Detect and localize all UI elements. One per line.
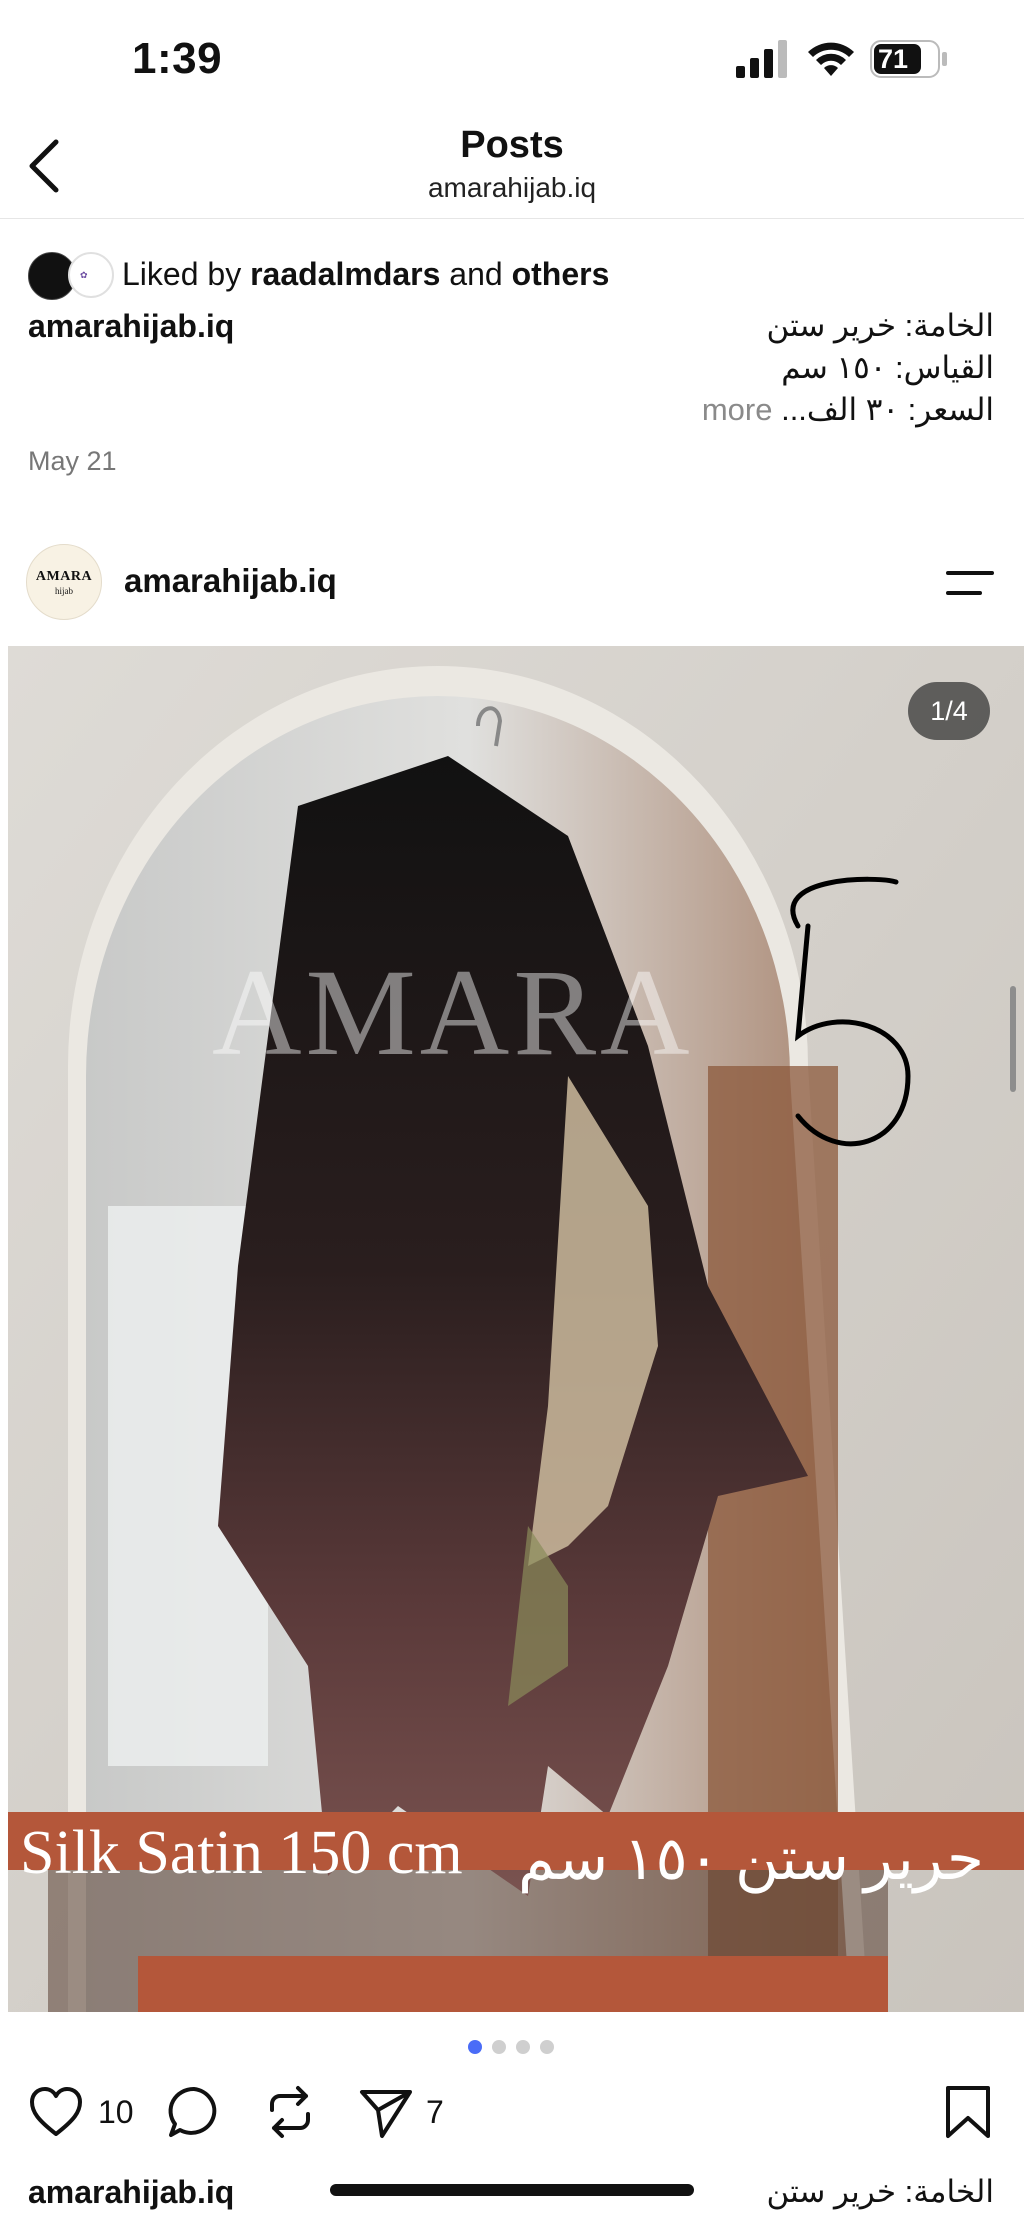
image-watermark: AMARA	[212, 944, 694, 1081]
caption-line: السعر: ٣٠ الف...	[781, 392, 994, 427]
post-username[interactable]: amarahijab.iq	[124, 562, 337, 600]
caption-username[interactable]: amarahijab.iq	[28, 2174, 234, 2211]
send-icon[interactable]	[358, 2084, 414, 2140]
carousel-indicator	[468, 2040, 558, 2054]
liked-prefix: Liked by	[122, 256, 242, 292]
liked-user-link[interactable]: raadalmdars	[250, 256, 440, 292]
avatar-logo-text: AMARA	[35, 569, 93, 584]
carousel-dot	[516, 2040, 530, 2054]
liked-by-avatars[interactable]: ✿	[28, 252, 116, 300]
page-title: Posts	[460, 124, 564, 166]
heart-icon[interactable]	[28, 2084, 84, 2140]
caption-line: الخامة: خرير ستن	[766, 308, 994, 343]
caption-line: الخامة: خرير ستن	[766, 2174, 994, 2209]
wifi-icon	[808, 42, 854, 76]
liked-by-text[interactable]: Liked by raadalmdars and others	[122, 256, 609, 293]
liked-others-link[interactable]: others	[512, 256, 610, 292]
more-link[interactable]: more	[702, 392, 773, 427]
caption-line-truncated: more السعر: ٣٠ الف...	[702, 392, 994, 428]
carousel-dot	[468, 2040, 482, 2054]
post-date: May 21	[28, 446, 117, 476]
liker-avatar[interactable]: ✿	[68, 252, 114, 298]
caption-username[interactable]: amarahijab.iq	[28, 308, 234, 345]
hijab-photo	[8, 646, 1024, 2012]
liked-and: and	[449, 256, 503, 292]
avatar[interactable]: AMARA hijab	[26, 544, 102, 620]
scrollbar[interactable]	[1010, 986, 1016, 1092]
status-time: 1:39	[132, 34, 223, 83]
image-counter-badge: 1/4	[908, 682, 990, 740]
repost-icon[interactable]	[262, 2084, 318, 2140]
cellular-signal-icon	[736, 40, 787, 78]
like-count[interactable]: 10	[98, 2094, 134, 2131]
image-banner-arabic: حرير ستن ١٥٠ سم	[518, 1826, 984, 1892]
battery-level: 71	[878, 44, 909, 74]
image-banner-english: Silk Satin 150 cm	[20, 1819, 463, 1887]
carousel-dot	[540, 2040, 554, 2054]
carousel-dot	[492, 2040, 506, 2054]
share-count[interactable]: 7	[426, 2094, 444, 2131]
comment-icon[interactable]	[166, 2084, 222, 2140]
page-subtitle[interactable]: amarahijab.iq	[0, 172, 1024, 204]
post-image[interactable]	[8, 646, 1024, 2012]
home-indicator[interactable]	[330, 2184, 694, 2196]
header-divider	[0, 218, 1024, 219]
battery-indicator: 71	[870, 40, 950, 78]
caption-line: القياس: ١٥٠ سم	[781, 350, 994, 385]
bookmark-icon[interactable]	[940, 2084, 996, 2140]
menu-lines-icon[interactable]	[944, 566, 996, 600]
avatar-logo-subtext: hijab	[55, 586, 73, 596]
